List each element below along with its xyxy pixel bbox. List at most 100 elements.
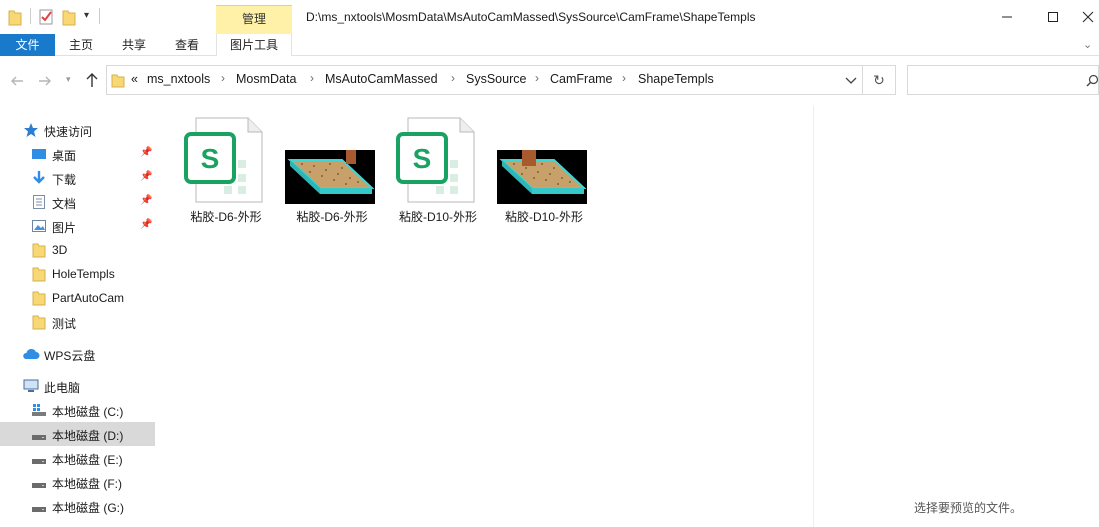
up-icon[interactable]	[85, 72, 99, 88]
drive-icon	[32, 507, 46, 512]
svg-text:S: S	[201, 143, 220, 174]
maximize-button[interactable]	[1030, 0, 1076, 34]
tab-manage-label: 管理	[241, 12, 266, 26]
file-item[interactable]: 粘胶-D10-外形	[494, 116, 594, 226]
divider	[30, 8, 31, 24]
sidebar-item-downloads[interactable]: 下载 📌	[0, 166, 155, 190]
breadcrumb-separator-icon[interactable]: ›	[535, 71, 539, 85]
back-icon[interactable]	[10, 74, 24, 88]
folder-icon[interactable]	[8, 8, 22, 26]
sidebar-item-label: 本地磁盘 (E:)	[52, 453, 123, 467]
tab-view[interactable]: 查看	[168, 34, 206, 56]
sidebar-item-drive-f[interactable]: 本地磁盘 (F:)	[0, 470, 155, 494]
sidebar-item-test[interactable]: 测试	[0, 310, 155, 334]
sidebar-item-this-pc[interactable]: 此电脑	[0, 374, 155, 398]
file-item[interactable]: 粘胶-D6-外形	[282, 116, 382, 226]
sidebar-item-wps-cloud[interactable]: WPS云盘	[0, 342, 155, 366]
drive-icon	[32, 459, 46, 464]
wps-spreadsheet-icon: S	[184, 117, 263, 203]
sidebar-item-desktop[interactable]: 桌面 📌	[0, 142, 155, 166]
search-input[interactable]	[907, 65, 1099, 95]
sidebar-item-partautocam[interactable]: PartAutoCam	[0, 286, 155, 310]
windows-drive-icon	[32, 404, 46, 416]
sidebar-item-label: 图片	[52, 221, 77, 235]
breadcrumb-separator-icon[interactable]: ›	[622, 71, 626, 85]
folder-icon	[32, 267, 46, 282]
file-name: 粘胶-D6-外形	[190, 210, 262, 224]
new-folder-icon[interactable]	[62, 8, 76, 26]
tab-manage[interactable]: 管理	[216, 5, 292, 34]
tab-home[interactable]: 主页	[62, 34, 100, 56]
sidebar-item-documents[interactable]: 文档 📌	[0, 190, 155, 214]
sidebar-item-label: WPS云盘	[44, 349, 96, 363]
sidebar-item-pictures[interactable]: 图片 📌	[0, 214, 155, 238]
preview-message: 选择要预览的文件。	[914, 501, 1023, 515]
image-thumbnail	[285, 150, 375, 204]
sidebar-item-label: HoleTempls	[52, 267, 115, 281]
pictures-icon	[32, 220, 46, 232]
close-icon	[1082, 11, 1093, 23]
customize-quick-access-icon[interactable]: ▾	[84, 10, 89, 21]
file-item[interactable]: S 粘胶-D6-外形	[176, 116, 276, 226]
breadcrumb-shapetempls[interactable]: ShapeTempls	[638, 72, 714, 86]
properties-icon[interactable]	[38, 8, 54, 26]
file-name: 粘胶-D6-外形	[296, 210, 368, 224]
address-bar[interactable]: « ms_nxtools › MosmData › MsAutoCamMasse…	[106, 65, 863, 95]
folder-icon	[111, 74, 125, 88]
refresh-button[interactable]: ↻	[863, 65, 896, 95]
sidebar-item-label: 本地磁盘 (F:)	[52, 477, 122, 491]
pin-icon[interactable]: 📌	[140, 171, 152, 182]
breadcrumb-msautocammassed[interactable]: MsAutoCamMassed	[325, 72, 438, 86]
computer-icon	[23, 379, 39, 392]
minimize-button[interactable]	[984, 0, 1030, 34]
refresh-icon: ↻	[873, 71, 885, 88]
breadcrumb-camframe[interactable]: CamFrame	[550, 72, 613, 86]
star-icon	[24, 123, 38, 137]
sidebar-item-drive-g[interactable]: 本地磁盘 (G:)	[0, 494, 155, 518]
breadcrumb-syssource[interactable]: SysSource	[466, 72, 526, 86]
sidebar-item-label: 3D	[52, 243, 68, 257]
tab-share[interactable]: 共享	[115, 34, 153, 56]
chevron-down-icon[interactable]	[845, 76, 857, 86]
file-list[interactable]: S 粘胶-D6-外形 粘胶-D6-外形 S 粘胶-D10-外形 粘胶-D10-外…	[155, 106, 813, 527]
file-item[interactable]: S 粘胶-D10-外形	[388, 116, 488, 226]
tab-file[interactable]: 文件	[0, 34, 55, 56]
close-button[interactable]	[1076, 0, 1099, 34]
folder-icon	[32, 243, 46, 258]
file-name: 粘胶-D10-外形	[504, 210, 583, 224]
download-icon	[33, 171, 45, 184]
sidebar-item-label: 下载	[52, 173, 77, 187]
expand-ribbon-icon[interactable]: ⌄	[1083, 38, 1092, 51]
navigation-pane: 快速访问 桌面 📌 下载 📌 文档 📌 图片 📌 3D HoleTempls P…	[0, 106, 155, 527]
sidebar-item-holetempls[interactable]: HoleTempls	[0, 262, 155, 286]
sidebar-item-label: 测试	[52, 317, 77, 331]
recent-locations-icon[interactable]: ▾	[66, 74, 71, 85]
sidebar-item-label: 桌面	[52, 149, 77, 163]
minimize-icon	[1002, 16, 1012, 18]
svg-text:S: S	[413, 143, 432, 174]
sidebar-item-quick-access[interactable]: 快速访问	[0, 118, 155, 142]
pin-icon[interactable]: 📌	[140, 195, 152, 206]
breadcrumb-overflow[interactable]: «	[131, 72, 138, 86]
breadcrumb-separator-icon[interactable]: ›	[310, 71, 314, 85]
breadcrumb-separator-icon[interactable]: ›	[451, 71, 455, 85]
breadcrumb-mosmdata[interactable]: MosmData	[236, 72, 296, 86]
document-icon	[33, 195, 45, 209]
pin-icon[interactable]: 📌	[140, 219, 152, 230]
forward-icon[interactable]	[38, 74, 52, 88]
tab-picture-tools[interactable]: 图片工具	[216, 34, 292, 56]
search-icon	[1086, 74, 1099, 87]
sidebar-item-label: 快速访问	[44, 125, 93, 139]
breadcrumb-separator-icon[interactable]: ›	[221, 71, 225, 85]
sidebar-item-3d[interactable]: 3D	[0, 238, 155, 262]
sidebar-item-label: 文档	[52, 197, 77, 211]
sidebar-item-drive-d[interactable]: 本地磁盘 (D:)	[0, 422, 155, 446]
desktop-icon	[32, 149, 46, 159]
pin-icon[interactable]: 📌	[140, 147, 152, 158]
folder-icon	[32, 291, 46, 306]
sidebar-item-drive-e[interactable]: 本地磁盘 (E:)	[0, 446, 155, 470]
file-name: 粘胶-D10-外形	[398, 210, 477, 224]
sidebar-item-drive-c[interactable]: 本地磁盘 (C:)	[0, 398, 155, 422]
wps-spreadsheet-icon: S	[396, 117, 475, 203]
breadcrumb-ms-nxtools[interactable]: ms_nxtools	[147, 72, 210, 86]
